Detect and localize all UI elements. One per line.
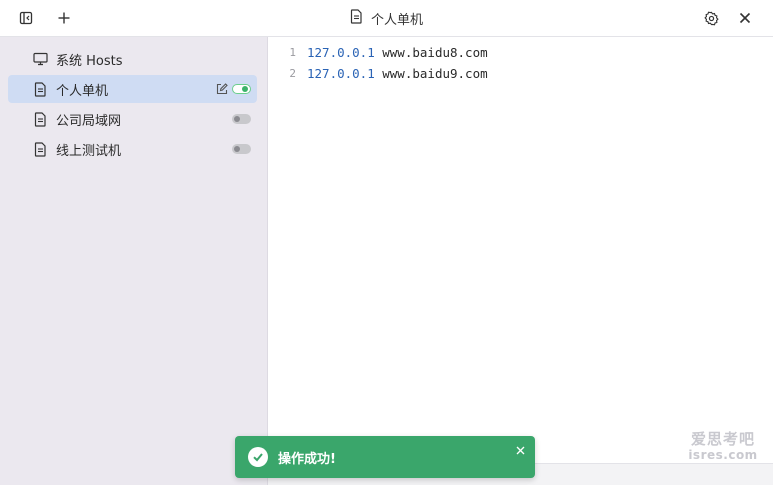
window-title-area: 个人单机	[0, 0, 773, 37]
sidebar-item-system-hosts[interactable]: 系统 Hosts	[8, 45, 257, 73]
ip-address: 127.0.0.1	[307, 65, 375, 81]
file-icon	[32, 111, 48, 127]
add-host-button[interactable]	[51, 6, 77, 30]
plus-icon	[57, 11, 71, 25]
item-actions	[232, 144, 251, 154]
success-toast: 操作成功!	[235, 436, 535, 478]
host-toggle[interactable]	[232, 114, 251, 124]
line-number: 2	[289, 66, 296, 80]
edit-icon[interactable]	[216, 80, 228, 99]
sidebar-item-online-test[interactable]: 线上测试机	[8, 135, 257, 163]
sidebar-toggle-icon	[19, 11, 33, 25]
item-actions	[232, 114, 251, 124]
line-number: 1	[289, 45, 296, 59]
settings-button[interactable]	[698, 6, 724, 30]
hostname: www.baidu9.com	[374, 65, 488, 81]
watermark: 爱思考吧 isres.com	[688, 430, 758, 462]
sidebar-item-label: 公司局域网	[56, 113, 122, 129]
sidebar-item-label: 系统 Hosts	[56, 53, 123, 69]
hosts-editor[interactable]: 1 127.0.0.1 www.baidu8.com 2 127.0.0.1 w…	[268, 37, 773, 463]
ip-address: 127.0.0.1	[307, 44, 375, 60]
toast-close-button[interactable]	[514, 443, 526, 455]
sidebar-item-label: 线上测试机	[56, 143, 122, 159]
watermark-line2: isres.com	[688, 448, 758, 462]
check-circle-icon	[248, 447, 268, 467]
host-toggle[interactable]	[232, 144, 251, 154]
toast-message: 操作成功!	[278, 451, 336, 467]
file-icon	[32, 81, 48, 97]
app-window: 个人单机 系统 Hosts 个人单机 公司局域网 线上测试机 1 127.0.0…	[0, 0, 773, 485]
window-title: 个人单机	[370, 13, 423, 28]
gear-icon	[703, 11, 719, 26]
host-toggle[interactable]	[232, 84, 251, 94]
toggle-sidebar-button[interactable]	[13, 6, 39, 30]
editor-line: 2 127.0.0.1 www.baidu9.com	[268, 63, 488, 83]
sidebar-item-personal[interactable]: 个人单机	[8, 75, 257, 103]
file-icon	[32, 141, 48, 157]
line-code: 127.0.0.1 www.baidu8.com	[307, 45, 488, 60]
monitor-icon	[32, 51, 48, 67]
sidebar-item-label: 个人单机	[56, 83, 109, 99]
close-button[interactable]	[732, 6, 758, 30]
sidebar: 系统 Hosts 个人单机 公司局域网 线上测试机	[0, 37, 268, 485]
file-icon	[350, 9, 363, 28]
line-code: 127.0.0.1 www.baidu9.com	[307, 66, 488, 81]
sidebar-item-company-lan[interactable]: 公司局域网	[8, 105, 257, 133]
watermark-line1: 爱思考吧	[690, 430, 755, 448]
top-bar: 个人单机	[0, 0, 773, 37]
close-icon	[739, 12, 751, 24]
item-actions	[216, 80, 251, 99]
close-icon	[516, 440, 525, 459]
editor-line: 1 127.0.0.1 www.baidu8.com	[268, 42, 488, 62]
hostname: www.baidu8.com	[374, 44, 488, 60]
